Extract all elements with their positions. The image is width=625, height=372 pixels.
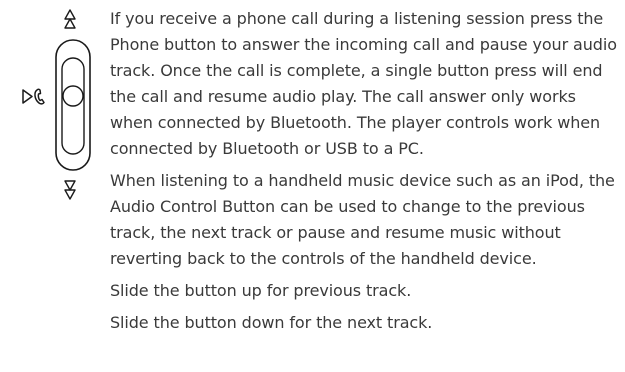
paragraph-audio-control: When listening to a handheld music devic… <box>110 171 615 268</box>
slider-button-body <box>55 39 91 171</box>
next-track-icon <box>64 180 76 200</box>
phone-button <box>62 85 84 107</box>
phone-icon <box>22 88 45 105</box>
instructions-text: If you receive a phone call during a lis… <box>110 6 622 336</box>
paragraph-slide-up: Slide the button up for previous track. <box>110 281 412 300</box>
paragraph-phone-call: If you receive a phone call during a lis… <box>110 9 617 158</box>
paragraph-slide-down: Slide the button down for the next track… <box>110 313 433 332</box>
previous-track-icon <box>64 9 76 29</box>
manual-page: If you receive a phone call during a lis… <box>0 0 625 372</box>
audio-control-button-diagram <box>22 9 91 200</box>
